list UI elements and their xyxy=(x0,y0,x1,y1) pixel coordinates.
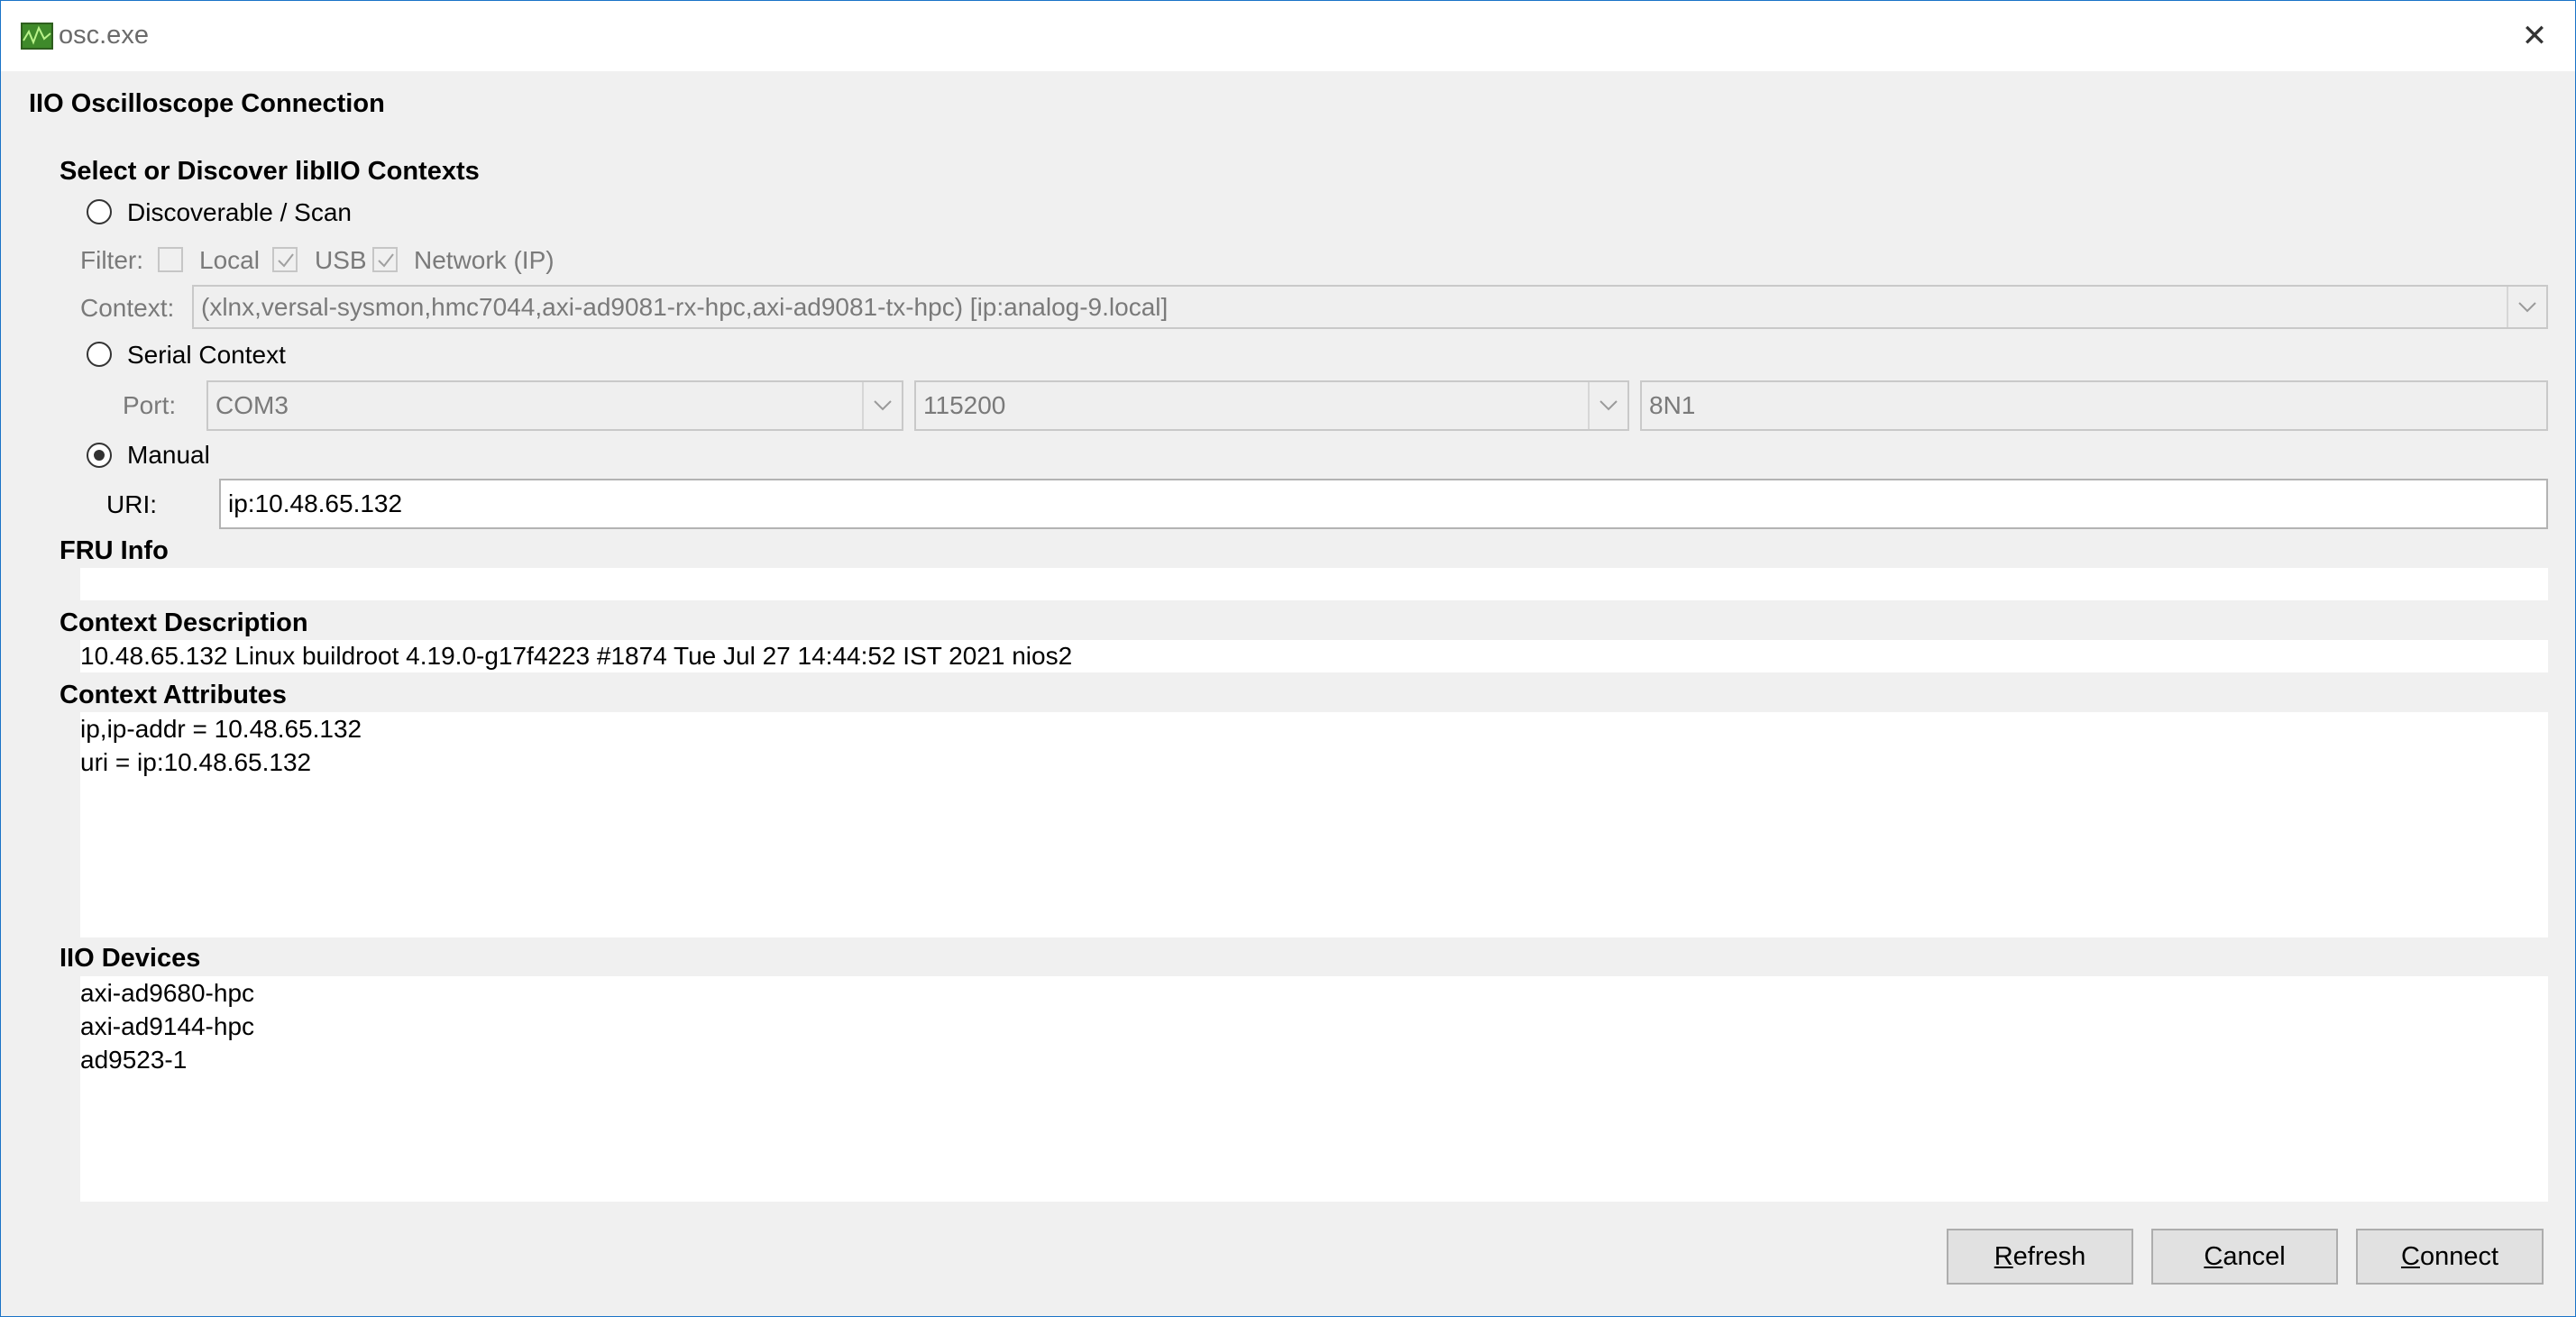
port-dropdown[interactable]: COM3 xyxy=(206,380,903,431)
baud-rate-dropdown[interactable]: 115200 xyxy=(914,380,1629,431)
iio-devices-pane: axi-ad9680-hpc axi-ad9144-hpc ad9523-1 xyxy=(80,976,2548,1202)
cancel-label: ancel xyxy=(2223,1241,2286,1271)
serial-context-radio[interactable] xyxy=(87,342,112,367)
serial-format-value: 8N1 xyxy=(1649,391,1696,419)
baud-rate-value: 115200 xyxy=(923,391,1006,419)
context-label: Context: xyxy=(80,294,175,322)
fru-info-pane xyxy=(80,568,2548,600)
serial-format-field[interactable]: 8N1 xyxy=(1640,380,2548,431)
chevron-down-icon xyxy=(1588,382,1627,429)
close-icon: ✕ xyxy=(2521,19,2548,53)
fru-info-value xyxy=(80,568,2548,601)
port-dropdown-value: COM3 xyxy=(215,391,289,419)
iio-device-item: axi-ad9680-hpc xyxy=(80,979,255,1007)
context-attributes-pane: ip,ip-addr = 10.48.65.132 uri = ip:10.48… xyxy=(80,712,2548,937)
cancel-accelerator: C xyxy=(2204,1241,2223,1271)
chevron-down-icon xyxy=(2507,287,2546,327)
filter-network-label: Network (IP) xyxy=(414,246,555,274)
context-dropdown[interactable]: (xlnx,versal-sysmon,hmc7044,axi-ad9081-r… xyxy=(192,285,2548,329)
discoverable-radio[interactable] xyxy=(87,199,112,224)
port-label: Port: xyxy=(123,391,177,419)
iio-device-item: ad9523-1 xyxy=(80,1046,188,1074)
context-description-pane: 10.48.65.132 Linux buildroot 4.19.0-g17f… xyxy=(80,640,2548,672)
dialog-heading: IIO Oscilloscope Connection xyxy=(29,89,385,118)
filter-network-checkbox[interactable] xyxy=(372,247,398,272)
cancel-button[interactable]: Cancel xyxy=(2151,1229,2338,1285)
discoverable-radio-label[interactable]: Discoverable / Scan xyxy=(127,198,352,227)
filter-usb-label: USB xyxy=(315,246,367,274)
context-description-value: 10.48.65.132 Linux buildroot 4.19.0-g17f… xyxy=(80,642,1073,670)
context-description-title: Context Description xyxy=(60,608,308,637)
refresh-button[interactable]: Refresh xyxy=(1947,1229,2133,1285)
window-title: osc.exe xyxy=(59,21,149,50)
filter-local-label: Local xyxy=(199,246,260,274)
context-attributes-title: Context Attributes xyxy=(60,681,287,709)
filter-local-checkbox[interactable] xyxy=(158,247,183,272)
checkmark-icon xyxy=(278,253,294,268)
uri-input-value: ip:10.48.65.132 xyxy=(228,489,403,517)
serial-context-radio-label[interactable]: Serial Context xyxy=(127,341,286,370)
iio-device-item: axi-ad9144-hpc xyxy=(80,1012,255,1040)
checkmark-icon xyxy=(378,253,394,268)
uri-label: URI: xyxy=(106,490,157,518)
connect-button[interactable]: Connect xyxy=(2356,1229,2544,1285)
dialog-window: osc.exe ✕ IIO Oscilloscope Connection Se… xyxy=(0,0,2576,1317)
context-attribute-line: ip,ip-addr = 10.48.65.132 xyxy=(80,715,362,743)
refresh-accelerator: R xyxy=(1994,1241,2013,1271)
refresh-label: efresh xyxy=(2012,1241,2086,1271)
manual-radio-label[interactable]: Manual xyxy=(127,441,210,470)
iio-devices-title: IIO Devices xyxy=(60,944,201,973)
chevron-down-icon xyxy=(862,382,902,429)
filter-usb-checkbox[interactable] xyxy=(272,247,298,272)
fru-info-title: FRU Info xyxy=(60,536,169,565)
context-attribute-line: uri = ip:10.48.65.132 xyxy=(80,748,312,776)
section-title: Select or Discover libIIO Contexts xyxy=(60,157,480,186)
manual-radio[interactable] xyxy=(87,443,112,468)
connect-label: onnect xyxy=(2419,1241,2499,1271)
app-icon xyxy=(21,23,53,50)
context-dropdown-value: (xlnx,versal-sysmon,hmc7044,axi-ad9081-r… xyxy=(201,292,1169,321)
title-bar: osc.exe ✕ xyxy=(1,1,2575,71)
connect-accelerator: C xyxy=(2400,1241,2420,1271)
close-button[interactable]: ✕ xyxy=(2507,14,2562,59)
filter-label: Filter: xyxy=(80,246,143,274)
uri-input[interactable]: ip:10.48.65.132 xyxy=(219,479,2548,529)
